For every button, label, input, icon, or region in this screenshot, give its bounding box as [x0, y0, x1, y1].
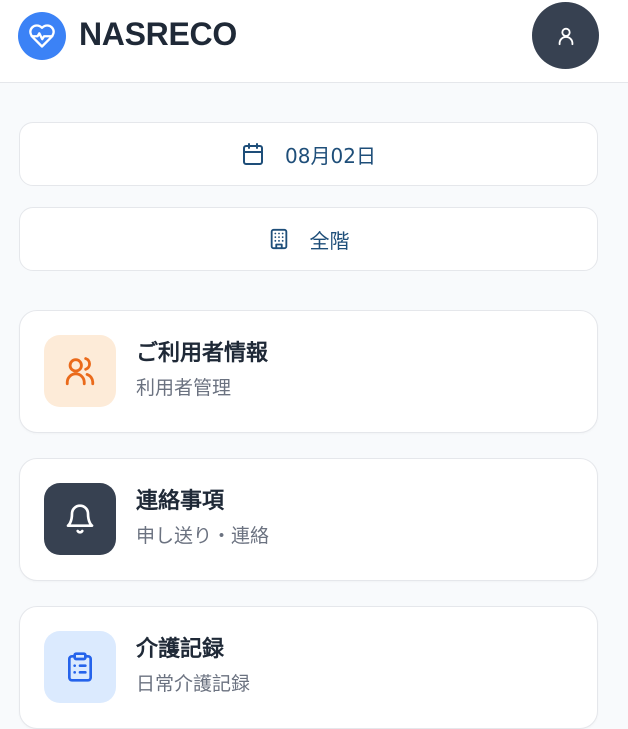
menu-card-care-records[interactable]: 介護記録 日常介護記録	[19, 606, 598, 729]
card-subtitle: 利用者管理	[136, 377, 232, 399]
users-icon	[65, 357, 95, 386]
user-menu-button[interactable]	[532, 2, 599, 69]
icon-tile	[44, 631, 116, 703]
floor-label: 全階	[309, 228, 350, 253]
clipboard-icon	[68, 652, 92, 682]
card-title: 介護記録	[136, 637, 225, 662]
card-title: 連絡事項	[136, 489, 225, 514]
app-header: NASRECO	[0, 0, 628, 83]
heart-pulse-icon[interactable]	[18, 12, 66, 60]
brand-name: NASRECO	[79, 16, 237, 52]
floor-selector[interactable]: 全階	[19, 207, 598, 271]
menu-card-user-info[interactable]: ご利用者情報 利用者管理	[19, 310, 598, 433]
calendar-icon	[243, 143, 264, 165]
card-subtitle: 日常介護記録	[136, 673, 251, 695]
bell-icon	[66, 504, 94, 534]
card-title: ご利用者情報	[136, 341, 269, 366]
date-selector[interactable]: 08月02日	[19, 122, 598, 186]
card-subtitle: 申し送り・連絡	[136, 525, 270, 547]
user-icon	[558, 27, 573, 45]
date-label: 08月02日	[285, 143, 376, 168]
icon-tile	[44, 483, 116, 555]
menu-card-notices[interactable]: 連絡事項 申し送り・連絡	[19, 458, 598, 581]
icon-tile	[44, 335, 116, 407]
building-icon	[270, 228, 287, 250]
